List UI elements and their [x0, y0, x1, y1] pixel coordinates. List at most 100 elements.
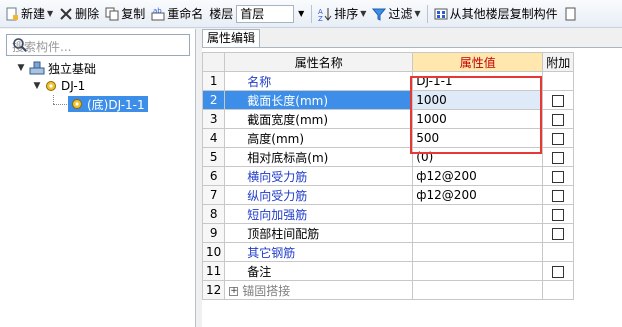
extra-cell [542, 242, 575, 262]
filter-icon [372, 7, 387, 21]
header-name[interactable]: 属性名称 [224, 52, 414, 72]
property-value-cell[interactable] [412, 261, 544, 281]
extra-cell [542, 185, 575, 205]
svg-text:ab: ab [153, 7, 162, 15]
property-name: 截面宽度(mm) [224, 109, 414, 129]
tree-node-root[interactable]: ▼ 独立基础 [16, 59, 96, 77]
search-icon[interactable] [12, 37, 28, 53]
row-number: 6 [201, 166, 226, 186]
extra-checkbox[interactable] [552, 227, 565, 240]
row-number: 11 [201, 261, 226, 281]
table-row[interactable]: 4 高度(mm) 500 [201, 128, 575, 148]
foundation-icon [29, 61, 45, 75]
filter-label: 过滤 [388, 7, 413, 21]
table-row[interactable]: 12 + 锚固搭接 [201, 280, 575, 300]
property-value-cell[interactable] [412, 204, 544, 224]
property-value-cell[interactable]: 1000 [412, 90, 544, 110]
overflow-button[interactable] [561, 3, 583, 25]
tree-connector [53, 95, 54, 104]
property-value-cell[interactable]: ф12@200 [412, 166, 544, 186]
copy-from-floor-label: 从其他楼层复制构件 [449, 7, 558, 21]
property-name: 纵向受力筋 [224, 185, 414, 205]
delete-button[interactable]: 删除 [56, 3, 102, 25]
property-value-cell[interactable] [412, 280, 544, 300]
tree-node-root-label: 独立基础 [48, 61, 97, 76]
extra-cell [542, 90, 575, 110]
component-tree-panel: 搜索构件... ▼ 独立基础 ▼ DJ-1 (底)DJ-1-1 [0, 29, 196, 327]
expand-toggle-icon[interactable]: ▼ [16, 63, 26, 73]
property-name: 名称 [224, 71, 414, 91]
property-value-cell[interactable] [412, 242, 544, 262]
table-row[interactable]: 3 截面宽度(mm) 1000 [201, 109, 575, 129]
floor-label-text: 楼层 [209, 7, 234, 21]
row-number: 5 [201, 147, 226, 167]
property-value-cell[interactable]: DJ-1-1 [412, 71, 544, 91]
table-row[interactable]: 8 短向加强筋 [201, 204, 575, 224]
extra-checkbox[interactable] [552, 132, 565, 145]
rename-label: 重命名 [167, 7, 204, 21]
expand-plus-icon[interactable]: + [229, 286, 239, 296]
tab-property-edit[interactable]: 属性编辑 [202, 29, 261, 47]
delete-icon [59, 7, 73, 21]
tree-node-dj1-1[interactable]: (底)DJ-1-1 [68, 95, 148, 113]
expand-toggle-icon[interactable]: ▼ [32, 81, 42, 91]
tree-node-dj1[interactable]: ▼ DJ-1 [32, 77, 86, 95]
extra-checkbox[interactable] [552, 265, 565, 278]
extra-cell [542, 109, 575, 129]
property-name: 短向加强筋 [224, 204, 414, 224]
table-row[interactable]: 6 横向受力筋 ф12@200 [201, 166, 575, 186]
delete-label: 删除 [75, 7, 100, 21]
property-value-cell[interactable]: 500 [412, 128, 544, 148]
sort-icon: AZ [318, 7, 332, 23]
tree-node-selected[interactable]: (底)DJ-1-1 [68, 96, 148, 112]
table-row[interactable]: 5 相对底标高(m) (0) [201, 147, 575, 167]
row-number: 1 [201, 71, 226, 91]
property-value-cell[interactable]: 1000 [412, 109, 544, 129]
sort-button[interactable]: AZ 排序 ▼ [315, 3, 369, 25]
sort-label: 排序 [334, 7, 359, 21]
table-row[interactable]: 10 其它钢筋 [201, 242, 575, 262]
new-button[interactable]: 新建 ▼ [2, 3, 56, 25]
rename-button[interactable]: ab 重命名 [148, 3, 206, 25]
chevron-down-icon: ▼ [298, 9, 305, 18]
extra-cell [542, 147, 575, 167]
extra-cell [542, 71, 575, 91]
extra-cell [542, 166, 575, 186]
extra-checkbox[interactable] [552, 94, 565, 107]
property-value-cell[interactable]: ф12@200 [412, 185, 544, 205]
extra-checkbox[interactable] [552, 189, 565, 202]
property-group[interactable]: + 锚固搭接 [224, 280, 414, 300]
copy-icon [105, 7, 119, 21]
table-row[interactable]: 1 名称 DJ-1-1 [201, 71, 575, 91]
property-value-cell[interactable] [412, 223, 544, 243]
floor-dropdown-button[interactable]: ▼ [294, 5, 308, 23]
extra-checkbox[interactable] [552, 208, 565, 221]
extra-checkbox[interactable] [552, 151, 565, 164]
extra-cell [542, 223, 575, 243]
overflow-icon [564, 7, 578, 21]
floor-select[interactable]: 首层 [236, 4, 295, 23]
property-name: 横向受力筋 [224, 166, 414, 186]
table-row[interactable]: 7 纵向受力筋 ф12@200 [201, 185, 575, 205]
extra-cell [542, 261, 575, 281]
header-value[interactable]: 属性值 [412, 52, 544, 72]
property-name: 截面长度(mm) [224, 90, 414, 110]
property-name: 备注 [224, 261, 414, 281]
filter-button[interactable]: 过滤 ▼ [369, 3, 423, 25]
search-input[interactable]: 搜索构件... [6, 34, 190, 56]
property-value-cell[interactable]: (0) [412, 147, 544, 167]
gear-icon [45, 80, 57, 92]
table-row[interactable]: 11 备注 [201, 261, 575, 281]
header-extra[interactable]: 附加 [542, 52, 575, 72]
extra-checkbox[interactable] [552, 170, 565, 183]
table-row[interactable]: 9 顶部柱间配筋 [201, 223, 575, 243]
property-grid: 属性名称 属性值 附加 1 名称 DJ-1-1 2 截面长度(mm) 1000 [201, 52, 575, 300]
toolbar-divider [426, 4, 428, 23]
copy-from-floor-button[interactable]: 从其他楼层复制构件 [431, 3, 561, 25]
tree-node-dj1-1-label: (底)DJ-1-1 [87, 97, 145, 112]
tab-property-edit-label: 属性编辑 [207, 31, 256, 45]
copy-button[interactable]: 复制 [102, 3, 148, 25]
table-row[interactable]: 2 截面长度(mm) 1000 [201, 90, 575, 110]
extra-checkbox[interactable] [552, 113, 565, 126]
row-number: 8 [201, 204, 226, 224]
